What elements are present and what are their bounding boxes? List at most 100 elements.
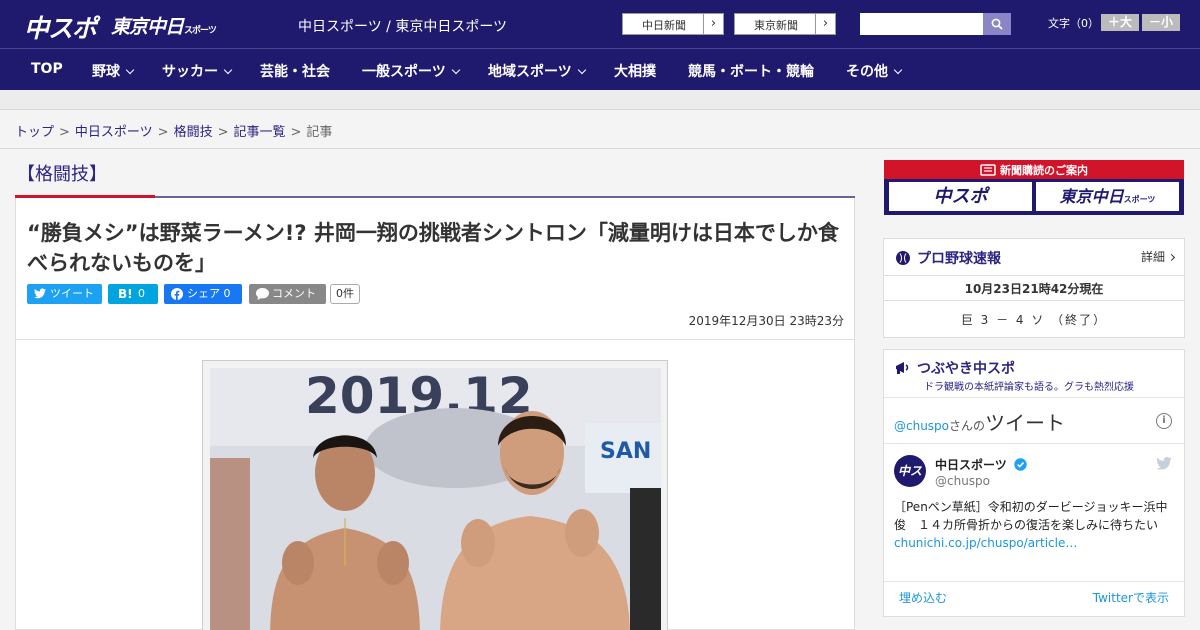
- breadcrumb-article-list[interactable]: 記事一覧: [234, 125, 286, 140]
- nav-sumo[interactable]: 大相撲: [614, 61, 656, 81]
- baseball-game-score[interactable]: 巨 3 － 4 ソ （終了）: [884, 311, 1184, 328]
- nav-label: TOP: [31, 61, 63, 77]
- hatena-b-icon: B!: [118, 287, 133, 301]
- subscribe-chuspo-button[interactable]: 中スポ: [889, 182, 1032, 211]
- tokyo-logo-text: 東京中日: [111, 16, 184, 38]
- timeline-header: @chuspoさんのツイート: [894, 407, 1065, 436]
- tweet-button[interactable]: ツイート: [27, 284, 102, 304]
- tweet-account-handle[interactable]: @chuspo: [935, 474, 990, 488]
- article-photo-frame: 2019.12 SAN: [202, 360, 668, 630]
- facebook-share-button[interactable]: シェア 0: [164, 284, 242, 304]
- tokyo-chunichi-logo[interactable]: 東京中日スポーツ: [111, 12, 217, 39]
- breadcrumb-chunichi-sports[interactable]: 中日スポーツ: [75, 125, 153, 140]
- tweet-account-name[interactable]: 中日スポーツ: [935, 456, 1027, 473]
- chevron-down-icon: [451, 65, 460, 75]
- svg-text:SAN: SAN: [600, 439, 651, 464]
- baseball-widget-title: プロ野球速報: [895, 248, 1001, 268]
- font-size-label: 文字（0）: [1048, 17, 1099, 30]
- breadcrumb-martial-arts[interactable]: 格闘技: [174, 125, 213, 140]
- breadcrumb-current: 記事: [306, 125, 333, 140]
- main-nav: TOP 野球 サッカー 芸能・社会 一般スポーツ 地域スポーツ 大相撲 競馬・ボ…: [0, 48, 1200, 90]
- chevron-down-icon: [125, 65, 135, 75]
- tweets-widget: つぶやき中スポ ドラ観戦の本紙評論家も語る。グラも熱烈応援 @chuspoさんの…: [883, 349, 1185, 617]
- info-icon[interactable]: i: [1156, 413, 1172, 429]
- chevron-down-icon: [893, 65, 903, 75]
- nav-other[interactable]: その他: [846, 61, 903, 81]
- nav-soccer[interactable]: サッカー: [162, 61, 233, 81]
- tokyo-shimbun-link[interactable]: 東京新聞 ›: [734, 13, 836, 35]
- breadcrumb-separator: >: [59, 125, 70, 140]
- spacer-band: [0, 90, 1200, 110]
- tweets-title-text: つぶやき中スポ: [917, 361, 1015, 377]
- article-body: 2019.12 SAN: [15, 339, 855, 630]
- nav-baseball[interactable]: 野球: [92, 61, 135, 81]
- breadcrumb: トップ > 中日スポーツ > 格闘技 > 記事一覧 > 記事: [15, 121, 332, 140]
- boxers-photo-illustration: 2019.12 SAN: [210, 368, 661, 630]
- newspaper-icon: [980, 164, 996, 176]
- tweets-widget-subtitle: ドラ観戦の本紙評論家も語る。グラも熱烈応援: [924, 382, 1134, 393]
- verified-badge-icon: [1014, 458, 1027, 471]
- view-on-twitter-link[interactable]: Twitterで表示: [1093, 589, 1169, 606]
- nav-label: 芸能・社会: [260, 64, 330, 80]
- comment-count: 0件: [330, 284, 360, 304]
- nav-label: 一般スポーツ: [362, 64, 446, 80]
- subscribe-tokyo-chunichi-button[interactable]: 東京中日スポーツ: [1036, 182, 1179, 211]
- nav-label: その他: [846, 64, 888, 80]
- nav-label: 競馬・ボート・競輪: [688, 64, 814, 80]
- top-header: 中スポ 東京中日スポーツ 中日スポーツ / 東京中日スポーツ 中日新聞 › 東京…: [0, 0, 1200, 48]
- avatar[interactable]: 中ス: [894, 455, 926, 487]
- hatena-bookmark-button[interactable]: B! 0: [108, 284, 158, 304]
- tweet-body: ［Penペン草紙］令和初のダービージョッキー浜中俊 １４カ所骨折からの復活を楽し…: [894, 500, 1168, 532]
- embed-link[interactable]: 埋め込む: [899, 589, 947, 606]
- twitter-timeline-embed: @chuspoさんのツイート i 中ス 中日スポーツ @chuspo ［Penペ…: [884, 397, 1184, 616]
- comment-button[interactable]: コメント: [249, 284, 326, 304]
- nav-label: 大相撲: [614, 64, 656, 80]
- breadcrumb-top[interactable]: トップ: [15, 125, 54, 140]
- baseball-detail-text: 詳細: [1140, 250, 1165, 264]
- megaphone-icon: [896, 362, 909, 374]
- article-photo[interactable]: 2019.12 SAN: [210, 368, 661, 630]
- chuspo-logo[interactable]: 中スポ: [24, 9, 97, 45]
- subscription-heading-text: 新聞購読のご案内: [1000, 164, 1088, 177]
- breadcrumb-separator: >: [217, 125, 229, 140]
- search-button[interactable]: [983, 13, 1011, 35]
- timeline-handle-link[interactable]: @chuspo: [894, 419, 949, 433]
- article-title: “勝負メシ”は野菜ラーメン!? 井岡一翔の挑戦者シントロン「減量明けは日本でしか…: [27, 221, 839, 275]
- subscribe-tokyo-label: 東京中日: [1059, 187, 1124, 206]
- comment-bubble-icon: [256, 288, 269, 300]
- breadcrumb-separator: >: [290, 125, 302, 140]
- nav-label: 野球: [92, 64, 120, 80]
- article-category: 【格闘技】: [17, 164, 107, 185]
- facebook-share-label: シェア 0: [187, 287, 231, 300]
- article-header: “勝負メシ”は野菜ラーメン!? 井岡一翔の挑戦者シントロン「減量明けは日本でしか…: [15, 198, 855, 340]
- nav-label: サッカー: [162, 64, 218, 80]
- tweet-article-link[interactable]: chunichi.co.jp/chuspo/article…: [894, 536, 1077, 550]
- tokyo-logo-suffix: スポーツ: [184, 26, 217, 36]
- chevron-down-icon: [577, 65, 586, 75]
- timeline-heading: ツイート: [985, 411, 1066, 435]
- nav-entertainment[interactable]: 芸能・社会: [260, 61, 330, 81]
- tweets-widget-title: つぶやき中スポ: [894, 358, 1015, 378]
- baseball-detail-link[interactable]: 詳細: [1140, 248, 1176, 265]
- subscription-heading: 新聞購読のご案内: [884, 162, 1184, 178]
- nav-general-sports[interactable]: 一般スポーツ: [362, 61, 460, 81]
- twitter-bird-icon[interactable]: [1156, 457, 1172, 470]
- facebook-icon: [171, 288, 183, 300]
- font-size-down-button[interactable]: －小: [1142, 14, 1180, 31]
- tweet-label: ツイート: [50, 287, 94, 300]
- chunichi-shimbun-link[interactable]: 中日新聞 ›: [622, 13, 724, 35]
- nav-local-sports[interactable]: 地域スポーツ: [488, 61, 586, 81]
- site-title[interactable]: 中日スポーツ / 東京中日スポーツ: [298, 16, 507, 36]
- font-size-up-button[interactable]: ＋大: [1101, 14, 1139, 31]
- nav-racing[interactable]: 競馬・ボート・競輪: [688, 61, 814, 81]
- chevron-right-icon: ›: [703, 14, 723, 34]
- nav-top[interactable]: TOP: [31, 61, 63, 77]
- search-input[interactable]: [860, 13, 983, 35]
- chevron-down-icon: [223, 65, 233, 75]
- nav-label: 地域スポーツ: [488, 64, 572, 80]
- twitter-bird-icon: [34, 288, 46, 299]
- tweet-account-name-text: 中日スポーツ: [935, 458, 1007, 472]
- baseball-scores-widget: プロ野球速報 詳細 10月23日21時42分現在 巨 3 － 4 ソ （終了）: [883, 238, 1185, 338]
- divider: [884, 275, 1184, 276]
- search-icon: [991, 18, 1003, 30]
